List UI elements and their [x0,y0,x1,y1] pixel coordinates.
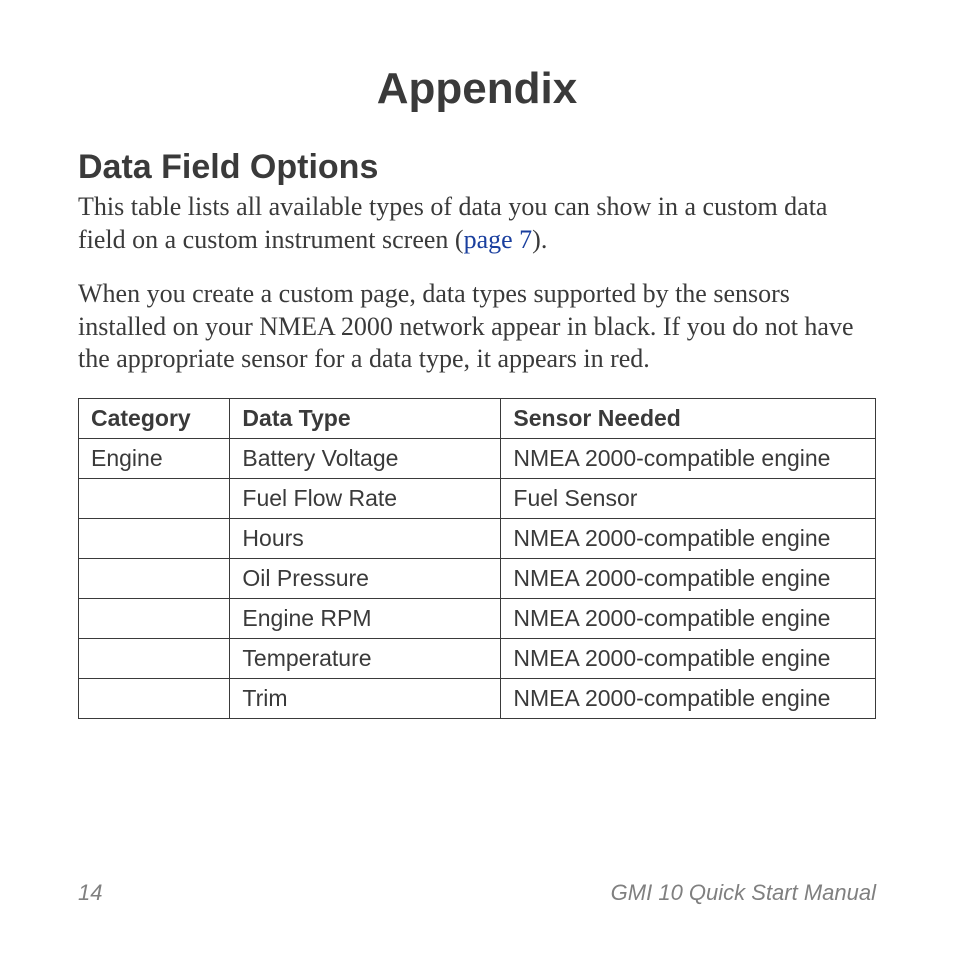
cell-category [79,638,230,678]
page-7-link[interactable]: page 7 [464,225,533,254]
table-row: Hours NMEA 2000-compatible engine [79,518,876,558]
cell-sensor: NMEA 2000-compatible engine [501,638,876,678]
cell-data-type: Battery Voltage [230,438,501,478]
cell-sensor: NMEA 2000-compatible engine [501,598,876,638]
page-footer: 14 GMI 10 Quick Start Manual [78,880,876,906]
cell-data-type: Engine RPM [230,598,501,638]
table-row: Trim NMEA 2000-compatible engine [79,678,876,718]
data-field-options-table: Category Data Type Sensor Needed Engine … [78,398,876,719]
header-category: Category [79,398,230,438]
cell-category [79,518,230,558]
table-row: Temperature NMEA 2000-compatible engine [79,638,876,678]
document-title: GMI 10 Quick Start Manual [611,880,876,906]
cell-sensor: NMEA 2000-compatible engine [501,558,876,598]
page: Appendix Data Field Options This table l… [0,0,954,954]
table-header-row: Category Data Type Sensor Needed [79,398,876,438]
cell-sensor: NMEA 2000-compatible engine [501,518,876,558]
cell-sensor: Fuel Sensor [501,478,876,518]
para1-text-b: ). [532,225,547,254]
cell-category: Engine [79,438,230,478]
cell-data-type: Trim [230,678,501,718]
cell-data-type: Fuel Flow Rate [230,478,501,518]
cell-sensor: NMEA 2000-compatible engine [501,438,876,478]
table-row: Fuel Flow Rate Fuel Sensor [79,478,876,518]
cell-category [79,558,230,598]
cell-data-type: Oil Pressure [230,558,501,598]
page-number: 14 [78,880,102,906]
table-row: Engine Battery Voltage NMEA 2000-compati… [79,438,876,478]
table-row: Engine RPM NMEA 2000-compatible engine [79,598,876,638]
header-data-type: Data Type [230,398,501,438]
page-title: Appendix [78,64,876,114]
header-sensor-needed: Sensor Needed [501,398,876,438]
cell-category [79,478,230,518]
intro-paragraph-2: When you create a custom page, data type… [78,278,876,376]
intro-paragraph-1: This table lists all available types of … [78,191,876,256]
cell-data-type: Temperature [230,638,501,678]
table-row: Oil Pressure NMEA 2000-compatible engine [79,558,876,598]
section-heading: Data Field Options [78,148,876,187]
cell-category [79,598,230,638]
cell-data-type: Hours [230,518,501,558]
cell-category [79,678,230,718]
cell-sensor: NMEA 2000-compatible engine [501,678,876,718]
para1-text-a: This table lists all available types of … [78,192,827,254]
